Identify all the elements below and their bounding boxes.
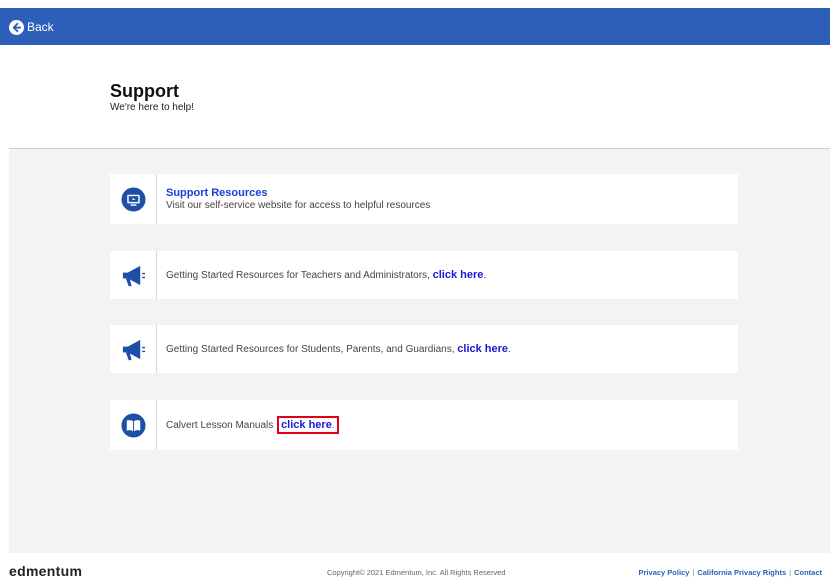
card-text-end: . bbox=[483, 270, 487, 281]
copyright-text: Copyright© 2021 Edmentum, Inc. All Right… bbox=[327, 568, 506, 577]
card-text-end: . bbox=[508, 344, 511, 355]
book-icon bbox=[120, 412, 146, 438]
card-body: Support Resources Visit our self-service… bbox=[157, 187, 430, 211]
card-icon-container bbox=[110, 325, 157, 373]
top-bar: Back bbox=[0, 8, 830, 45]
footer: edmentum Copyright© 2021 Edmentum, Inc. … bbox=[0, 553, 830, 579]
card-text-end: . bbox=[331, 420, 335, 431]
card-text: Getting Started Resources for Students, … bbox=[166, 344, 458, 355]
highlight-box: click here. bbox=[277, 416, 339, 434]
card-text: Getting Started Resources for Teachers a… bbox=[166, 270, 433, 281]
card-body: Getting Started Resources for Teachers a… bbox=[157, 269, 486, 281]
page-subtitle: We're here to help! bbox=[110, 102, 194, 113]
card-body: Calvert Lesson Manuals click here. bbox=[157, 416, 339, 434]
footer-links: Privacy Policy | California Privacy Rights… bbox=[639, 568, 822, 577]
calvert-click-here-link[interactable]: click here bbox=[281, 419, 332, 431]
back-button[interactable]: Back bbox=[9, 18, 54, 36]
page-title: Support bbox=[110, 81, 179, 101]
calvert-manuals-card: Calvert Lesson Manuals click here. bbox=[110, 400, 738, 450]
privacy-policy-link[interactable]: Privacy Policy bbox=[639, 568, 690, 577]
contact-link[interactable]: Contact bbox=[794, 568, 822, 577]
california-privacy-link[interactable]: California Privacy Rights bbox=[697, 568, 786, 577]
support-resources-link[interactable]: Support Resources bbox=[166, 187, 430, 199]
back-label: Back bbox=[27, 20, 54, 34]
card-icon-container bbox=[110, 400, 157, 450]
teachers-resources-card: Getting Started Resources for Teachers a… bbox=[110, 251, 738, 299]
monitor-icon bbox=[120, 186, 146, 212]
card-body: Getting Started Resources for Students, … bbox=[157, 343, 511, 355]
students-resources-card: Getting Started Resources for Students, … bbox=[110, 325, 738, 373]
separator: | bbox=[789, 568, 792, 577]
support-content: Support Resources Visit our self-service… bbox=[9, 149, 830, 553]
card-icon-container bbox=[110, 174, 157, 224]
separator: | bbox=[692, 568, 695, 577]
page-header: Support We're here to help! bbox=[0, 45, 830, 148]
card-description: Visit our self-service website for acces… bbox=[166, 200, 431, 211]
card-icon-container bbox=[110, 251, 157, 299]
megaphone-icon bbox=[122, 339, 145, 360]
support-resources-card[interactable]: Support Resources Visit our self-service… bbox=[110, 174, 738, 224]
teachers-click-here-link[interactable]: click here bbox=[433, 269, 484, 281]
card-text: Calvert Lesson Manuals bbox=[166, 420, 277, 431]
megaphone-icon bbox=[122, 265, 145, 286]
students-click-here-link[interactable]: click here bbox=[457, 343, 508, 355]
arrow-left-icon bbox=[9, 19, 24, 35]
